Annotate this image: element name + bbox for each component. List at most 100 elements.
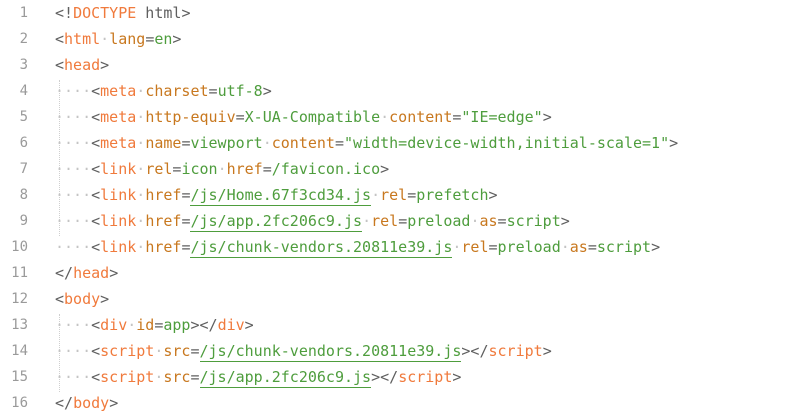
punctuation-token: </: [55, 394, 74, 412]
punctuation-token: <: [91, 368, 101, 386]
punctuation-token: >: [172, 30, 182, 48]
punctuation-token: =: [407, 186, 417, 204]
path-link-token[interactable]: /js/Home.67f3cd34.js: [190, 186, 372, 206]
whitespace-marker: ·: [136, 82, 146, 100]
punctuation-token: <: [91, 212, 101, 230]
tag-name-token: div: [217, 316, 245, 334]
line-code: <!DOCTYPE html>: [55, 0, 190, 26]
whitespace-marker: ·: [136, 186, 146, 204]
code-line[interactable]: 9 ····<link·href=/js/app.2fc206c9.js·rel=…: [0, 208, 802, 234]
indent-whitespace-marker: ····: [55, 108, 92, 126]
attribute-name-token: src: [163, 368, 191, 386]
attribute-name-token: lang: [109, 30, 146, 48]
attribute-name-token: href: [145, 186, 182, 204]
punctuation-token: =: [145, 30, 155, 48]
punctuation-token: >: [380, 160, 390, 178]
punctuation-token: =: [190, 368, 200, 386]
line-code: ····<link·href=/js/Home.67f3cd34.js·rel=…: [55, 182, 498, 208]
line-code: ····<meta·charset=utf-8>: [55, 78, 272, 104]
tag-name-token: meta: [100, 108, 137, 126]
code-line[interactable]: 1 <!DOCTYPE html>: [0, 0, 802, 26]
punctuation-token: =: [497, 212, 507, 230]
code-line[interactable]: 6 ····<meta·name=viewport·content="width=…: [0, 130, 802, 156]
line-code: <body>: [55, 286, 109, 312]
punctuation-token: html: [136, 4, 182, 22]
code-line[interactable]: 13 ····<div·id=app></div>: [0, 312, 802, 338]
line-code: ····<meta·name=viewport·content="width=d…: [55, 130, 678, 156]
code-editor[interactable]: 1 <!DOCTYPE html> 2 <html·lang=en> 3 <head> 4 ·…: [0, 0, 802, 418]
indent-whitespace-marker: ····: [55, 186, 92, 204]
line-number: 7: [19, 161, 28, 177]
line-number: 2: [19, 31, 28, 47]
code-line[interactable]: 16 </body>: [0, 390, 802, 416]
attribute-value-token: script: [506, 212, 561, 230]
attribute-name-token: rel: [145, 160, 173, 178]
attribute-name-token: name: [145, 134, 182, 152]
attribute-name-token: id: [136, 316, 155, 334]
code-line[interactable]: 8 ····<link·href=/js/Home.67f3cd34.js·rel…: [0, 182, 802, 208]
punctuation-token: >: [100, 290, 110, 308]
attribute-name-token: content: [271, 134, 335, 152]
code-line[interactable]: 3 <head>: [0, 52, 802, 78]
code-line[interactable]: 14 ····<script·src=/js/chunk-vendors.2081…: [0, 338, 802, 364]
path-link-token[interactable]: /js/chunk-vendors.20811e39.js: [199, 342, 462, 362]
line-number: 4: [19, 83, 28, 99]
whitespace-marker: ·: [380, 108, 390, 126]
whitespace-marker: ·: [217, 160, 227, 178]
indent-whitespace-marker: ····: [55, 238, 92, 256]
doctype-keyword-token: DOCTYPE: [73, 4, 137, 22]
line-number: 12: [11, 291, 28, 307]
whitespace-marker: ·: [136, 134, 146, 152]
attribute-name-token: content: [389, 108, 453, 126]
line-code: <html·lang=en>: [55, 26, 181, 52]
line-code: </body>: [55, 390, 118, 416]
line-number: 16: [11, 395, 28, 411]
tag-name-token: meta: [100, 82, 137, 100]
code-line[interactable]: 12 <body>: [0, 286, 802, 312]
path-link-token[interactable]: /js/app.2fc206c9.js: [190, 212, 363, 232]
attribute-name-token: as: [569, 238, 588, 256]
punctuation-token: >: [181, 4, 191, 22]
attribute-value-token: prefetch: [416, 186, 489, 204]
punctuation-token: >: [560, 212, 570, 230]
path-link-token[interactable]: /js/app.2fc206c9.js: [199, 368, 372, 388]
path-link-token[interactable]: /js/chunk-vendors.20811e39.js: [190, 238, 453, 258]
code-line[interactable]: 2 <html·lang=en>: [0, 26, 802, 52]
tag-name-token: link: [100, 238, 137, 256]
punctuation-token: >: [452, 368, 462, 386]
punctuation-token: ></: [371, 368, 399, 386]
code-line[interactable]: 10 ····<link·href=/js/chunk-vendors.20811…: [0, 234, 802, 260]
attribute-name-token: href: [145, 238, 182, 256]
code-line[interactable]: 5 ····<meta·http-equiv=X-UA-Compatible·co…: [0, 104, 802, 130]
punctuation-token: <: [91, 186, 101, 204]
line-code: </head>: [55, 260, 118, 286]
tag-name-token: html: [64, 30, 101, 48]
indent-whitespace-marker: ····: [55, 82, 92, 100]
attribute-name-token: href: [145, 212, 182, 230]
attribute-value-token: "width=device-width,initial-scale=1": [344, 134, 670, 152]
whitespace-marker: ·: [362, 212, 372, 230]
whitespace-marker: ·: [136, 238, 146, 256]
code-line[interactable]: 15 ····<script·src=/js/app.2fc206c9.js></…: [0, 364, 802, 390]
code-line[interactable]: 11 </head>: [0, 260, 802, 286]
attribute-name-token: rel: [461, 238, 489, 256]
attribute-value-token: "IE=edge": [461, 108, 543, 126]
punctuation-token: >: [651, 238, 661, 256]
line-number: 1: [19, 5, 28, 21]
code-line[interactable]: 4 ····<meta·charset=utf-8>: [0, 78, 802, 104]
line-code: ····<link·href=/js/chunk-vendors.20811e3…: [55, 234, 660, 260]
punctuation-token: >: [100, 56, 110, 74]
line-code: <head>: [55, 52, 109, 78]
line-code: ····<link·href=/js/app.2fc206c9.js·rel=p…: [55, 208, 570, 234]
code-line[interactable]: 7 ····<link·rel=icon·href=/favicon.ico>: [0, 156, 802, 182]
punctuation-token: <: [55, 56, 65, 74]
line-number: 11: [11, 265, 28, 281]
attribute-name-token: rel: [380, 186, 408, 204]
attribute-value-token: viewport: [190, 134, 263, 152]
line-number: 15: [11, 369, 28, 385]
indent-whitespace-marker: ····: [55, 368, 92, 386]
line-number: 6: [19, 135, 28, 151]
tag-name-token: div: [100, 316, 128, 334]
line-code: ····<script·src=/js/chunk-vendors.20811e…: [55, 338, 552, 364]
tag-name-token: script: [398, 368, 453, 386]
